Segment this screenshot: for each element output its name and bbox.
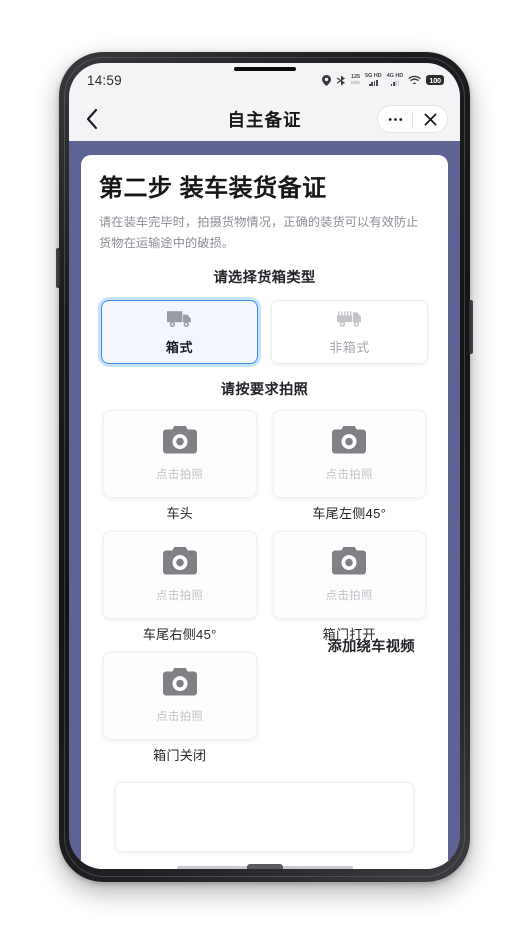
phone-device-frame: 14:59 125 KB/s 5G HD 4G HD 100 自主备证 第二步 … <box>56 52 473 882</box>
photo-capture-button-door-open[interactable]: 点击拍照 <box>272 531 426 620</box>
nav-action-group <box>377 105 448 133</box>
photo-placeholder-text: 点击拍照 <box>156 469 204 482</box>
more-dots-icon <box>388 117 402 121</box>
sim2-signal-icon: 4G HD <box>387 74 403 86</box>
power-button[interactable] <box>469 300 473 354</box>
container-type-selector: 箱式 非箱式 <box>99 300 430 365</box>
close-icon <box>424 113 436 125</box>
photo-item: 点击拍照 箱门关闭 <box>103 652 257 770</box>
step-description: 请在装车完毕时，拍摄货物情况，正确的装货可以有效防止货物在运输途中的破损。 <box>99 215 419 251</box>
container-type-label: 箱式 <box>165 339 194 355</box>
close-button[interactable] <box>413 106 447 132</box>
photo-caption: 车头 <box>166 506 194 522</box>
battery-indicator: 100 <box>426 74 444 86</box>
bluetooth-icon <box>336 74 346 86</box>
container-type-label: 非箱式 <box>329 339 370 355</box>
photo-capture-grid: 点击拍照 车头 点击拍照 车尾左侧45° 点击拍照 车尾右侧45° 点击拍照 箱… <box>99 410 430 770</box>
sim1-signal-icon: 5G HD <box>365 74 382 86</box>
photo-item: 点击拍照 车尾右侧45° <box>103 531 257 649</box>
photo-capture-button-rear-left-45[interactable]: 点击拍照 <box>272 410 426 499</box>
nav-bar: 自主备证 <box>69 97 460 141</box>
volume-button[interactable] <box>56 248 60 288</box>
camera-icon <box>332 547 367 580</box>
photo-placeholder-text: 点击拍照 <box>156 590 204 603</box>
wifi-icon <box>408 75 421 85</box>
step-title: 第二步 装车装货备证 <box>99 175 327 202</box>
chevron-left-icon <box>86 109 98 129</box>
camera-icon <box>162 668 197 701</box>
network-speed-icon: 125 KB/s <box>350 74 360 85</box>
photo-caption: 车尾左侧45° <box>312 506 387 522</box>
video-section: 添加绕车视频 <box>283 636 415 656</box>
photo-caption: 箱门关闭 <box>153 748 207 764</box>
photo-placeholder-text: 点击拍照 <box>325 469 373 482</box>
video-section-heading: 添加绕车视频 <box>327 639 416 656</box>
phone-screen: 14:59 125 KB/s 5G HD 4G HD 100 自主备证 第二步 … <box>69 63 460 869</box>
container-type-option-flatbed[interactable]: 非箱式 <box>271 300 428 365</box>
photo-caption: 车尾右侧45° <box>142 627 217 643</box>
box-truck-icon <box>166 309 194 333</box>
photo-capture-button-truck-head[interactable]: 点击拍照 <box>103 410 257 499</box>
sim2-signal-bars <box>390 79 400 86</box>
photo-capture-button-rear-right-45[interactable]: 点击拍照 <box>103 531 257 620</box>
photo-placeholder-text: 点击拍照 <box>325 590 373 603</box>
flatbed-truck-icon <box>336 309 364 333</box>
back-button[interactable] <box>69 109 115 129</box>
photo-item: 点击拍照 车头 <box>103 410 257 528</box>
container-type-heading: 请选择货箱类型 <box>213 270 316 287</box>
earpiece-speaker <box>233 67 296 71</box>
home-indicator-knob <box>246 864 283 869</box>
home-indicator[interactable] <box>176 864 353 869</box>
sim1-signal-bars <box>368 79 378 86</box>
status-bar-clock: 14:59 <box>87 72 122 88</box>
photo-item: 点击拍照 车尾左侧45° <box>272 410 426 528</box>
photo-capture-button-door-closed[interactable]: 点击拍照 <box>103 652 257 741</box>
home-indicator-bar <box>69 860 460 869</box>
content-card: 第二步 装车装货备证 请在装车完毕时，拍摄货物情况，正确的装货可以有效防止货物在… <box>81 155 448 869</box>
photo-item: 点击拍照 箱门打开 <box>272 531 426 649</box>
page-body: 第二步 装车装货备证 请在装车完毕时，拍摄货物情况，正确的装货可以有效防止货物在… <box>69 141 460 869</box>
camera-icon <box>332 426 367 459</box>
camera-icon <box>162 547 197 580</box>
more-options-button[interactable] <box>378 106 412 132</box>
video-upload-box[interactable] <box>115 782 414 853</box>
photo-placeholder-text: 点击拍照 <box>156 711 204 724</box>
location-icon <box>321 74 331 86</box>
container-type-option-box[interactable]: 箱式 <box>101 300 258 365</box>
camera-icon <box>162 426 197 459</box>
photo-requirement-heading: 请按要求拍照 <box>220 382 309 399</box>
photo-grid-spacer: 添加绕车视频 <box>273 639 427 770</box>
status-bar-icons: 125 KB/s 5G HD 4G HD 100 <box>321 74 444 86</box>
